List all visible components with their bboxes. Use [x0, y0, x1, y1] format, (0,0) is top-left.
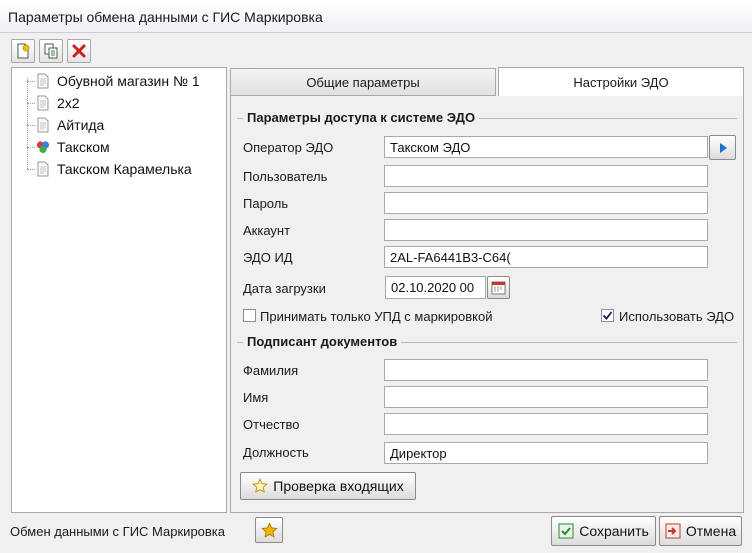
- tree-item[interactable]: Такском Карамелька: [12, 158, 226, 180]
- document-icon: [37, 117, 49, 133]
- tree-item-label: Обувной магазин № 1: [57, 73, 200, 89]
- window-titlebar: Параметры обмена данными с ГИС Маркировк…: [0, 0, 752, 33]
- star-outline-icon: [252, 478, 269, 493]
- use-edo-label: Использовать ЭДО: [619, 309, 735, 324]
- account-label: Аккаунт: [243, 223, 291, 238]
- toolbar: [11, 39, 91, 63]
- edo-id-value: 2AL-FA6441B3-C64(: [390, 250, 511, 265]
- cancel-icon: [665, 523, 681, 539]
- copy-button[interactable]: [39, 39, 63, 63]
- calendar-button[interactable]: [487, 276, 510, 299]
- date-value: 02.10.2020 00: [391, 280, 475, 295]
- date-label: Дата загрузки: [243, 281, 326, 296]
- account-field[interactable]: [384, 219, 708, 241]
- group-title-signer: Подписант документов: [243, 334, 402, 349]
- document-icon: [37, 73, 49, 89]
- patronymic-label: Отчество: [243, 417, 300, 432]
- tab-edo-settings[interactable]: Настройки ЭДО: [498, 67, 744, 97]
- patronymic-field[interactable]: [384, 413, 708, 435]
- only-upd-label: Принимать только УПД с маркировкой: [260, 309, 493, 324]
- copy-icon: [44, 43, 58, 59]
- edo-id-label: ЭДО ИД: [243, 250, 293, 265]
- save-button[interactable]: Сохранить: [551, 516, 656, 546]
- document-icon: [37, 161, 49, 177]
- edo-id-field[interactable]: 2AL-FA6441B3-C64(: [384, 246, 708, 268]
- operator-label: Оператор ЭДО: [243, 140, 334, 155]
- tab-strip: Общие параметры Настройки ЭДО: [230, 67, 744, 97]
- check-incoming-button[interactable]: Проверка входящих: [240, 472, 416, 500]
- footer-label: Обмен данными с ГИС Маркировка: [10, 524, 226, 539]
- only-upd-checkbox[interactable]: [243, 309, 256, 322]
- save-icon: [558, 523, 574, 539]
- tree-item[interactable]: Айтида: [12, 114, 226, 136]
- favorite-button[interactable]: [255, 517, 283, 543]
- password-label: Пароль: [243, 196, 289, 211]
- star-icon: [260, 521, 278, 538]
- operator-field[interactable]: Такском ЭДО: [384, 136, 708, 158]
- position-label: Должность: [243, 445, 309, 460]
- add-icon: [17, 43, 30, 59]
- use-edo-checkbox[interactable]: [601, 309, 614, 322]
- first-name-label: Имя: [243, 390, 269, 405]
- tab-panel: Параметры доступа к системе ЭДО Оператор…: [230, 96, 744, 513]
- date-field[interactable]: 02.10.2020 00: [385, 276, 486, 299]
- password-field[interactable]: [384, 192, 708, 214]
- tree-item-label: 2х2: [57, 95, 80, 111]
- add-button[interactable]: [11, 39, 35, 63]
- last-name-field[interactable]: [384, 359, 708, 381]
- last-name-label: Фамилия: [243, 363, 299, 378]
- check-incoming-label: Проверка входящих: [273, 478, 404, 494]
- tree-panel[interactable]: Обувной магазин № 1 2х2 Айтида Такском Т…: [11, 67, 227, 513]
- user-field[interactable]: [384, 165, 708, 187]
- tree-item-label: Такском Карамелька: [57, 161, 192, 177]
- user-label: Пользователь: [243, 169, 328, 184]
- window-title: Параметры обмена данными с ГИС Маркировк…: [8, 9, 323, 25]
- group-title-edo-access: Параметры доступа к системе ЭДО: [243, 110, 480, 125]
- operator-select-button[interactable]: [709, 135, 736, 160]
- tree-item-label: Такском: [57, 139, 110, 155]
- tree-item-selected[interactable]: Такском: [12, 136, 226, 158]
- tree-item-label: Айтида: [57, 117, 105, 133]
- tab-general[interactable]: Общие параметры: [230, 68, 496, 96]
- cancel-label: Отмена: [685, 523, 737, 539]
- play-arrow-icon: [719, 142, 727, 153]
- delete-icon: [72, 44, 86, 58]
- tree-item[interactable]: Обувной магазин № 1: [12, 70, 226, 92]
- document-icon: [37, 95, 49, 111]
- colored-circles-icon: [36, 141, 50, 154]
- tree-item[interactable]: 2х2: [12, 92, 226, 114]
- calendar-icon: [491, 281, 506, 295]
- save-label: Сохранить: [579, 523, 649, 539]
- cancel-button[interactable]: Отмена: [659, 516, 742, 546]
- first-name-field[interactable]: [384, 386, 708, 408]
- checkmark-icon: [602, 311, 613, 320]
- position-field[interactable]: Директор: [384, 442, 708, 464]
- delete-button[interactable]: [67, 39, 91, 63]
